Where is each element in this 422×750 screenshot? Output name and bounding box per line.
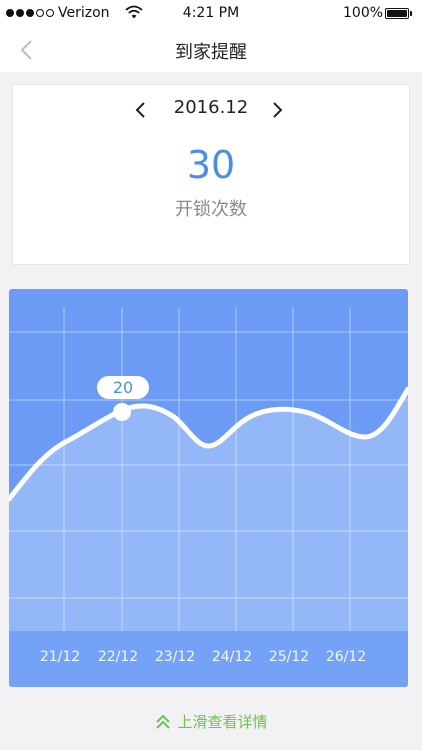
next-month-button[interactable] (263, 97, 291, 123)
x-axis-tick-label: 25/12 (269, 649, 309, 665)
swipe-up-details-link[interactable]: 上滑查看详情 (0, 711, 422, 732)
navigation-bar: 到家提醒 (0, 28, 422, 72)
x-axis-tick-label: 24/12 (212, 649, 252, 665)
x-axis-tick-label: 26/12 (326, 649, 366, 665)
month-label: 2016.12 (173, 97, 249, 118)
battery-cap (410, 11, 412, 16)
x-axis-tick-label: 21/12 (40, 649, 80, 665)
swipe-up-details-label: 上滑查看详情 (177, 713, 268, 731)
status-bar: Verizon 4:21 PM 100% (0, 0, 422, 28)
chart-area (9, 389, 408, 631)
double-chevron-up-icon (156, 714, 171, 729)
highlight-point[interactable] (113, 403, 131, 421)
chevron-right-icon (273, 102, 283, 118)
battery-icon (385, 8, 409, 19)
highlight-value: 20 (113, 378, 133, 397)
battery-percentage: 100% (343, 5, 384, 21)
x-axis-tick-label: 22/12 (98, 649, 138, 665)
unlock-count-label: 开锁次数 (175, 199, 247, 220)
summary-card: 2016.12 30 开锁次数 (12, 84, 410, 265)
x-axis-tick-label: 23/12 (155, 649, 195, 665)
page-title: 到家提醒 (175, 42, 247, 63)
unlock-count: 30 (186, 143, 236, 187)
unlock-chart[interactable]: 21/12 22/12 23/12 24/12 25/12 26/12 20 (9, 289, 408, 687)
chart-canvas: 21/12 22/12 23/12 24/12 25/12 26/12 20 (9, 307, 408, 687)
